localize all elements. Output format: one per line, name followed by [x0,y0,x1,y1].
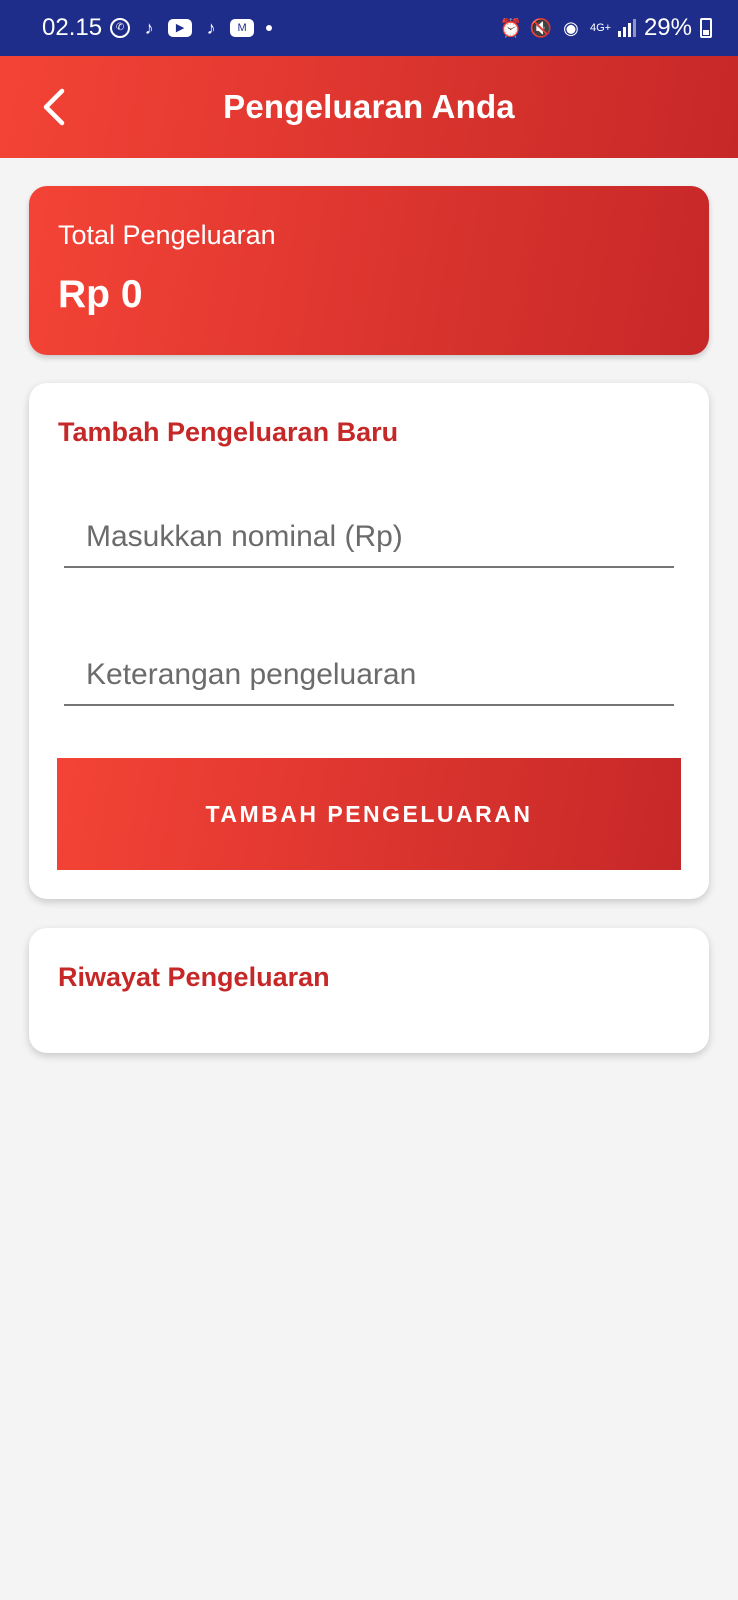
battery-percent: 29% [643,14,692,41]
chevron-left-icon [43,88,65,126]
whatsapp-icon: ✆ [110,18,131,38]
expense-history-card: Riwayat Pengeluaran [29,928,709,1053]
tiktok-icon: ♪ [206,18,216,38]
add-expense-button[interactable]: TAMBAH PENGELUARAN [57,758,681,870]
youtube-icon: ▶ [168,19,193,37]
signal-icon [617,19,636,37]
back-button[interactable] [28,82,78,132]
status-bar-left: 02.15 ✆ ♪ ▶ ♪ M [42,14,273,42]
app-bar: Pengeluaran Anda [0,56,738,158]
network-type: 4G+ [589,22,612,34]
total-expense-label: Total Pengeluaran [58,220,276,250]
add-expense-card: Tambah Pengeluaran Baru TAMBAH PENGELUAR… [29,383,709,899]
page-title: Pengeluaran Anda [223,88,515,125]
hotspot-icon: ◉ [563,18,579,38]
add-expense-heading: Tambah Pengeluaran Baru [58,417,399,447]
tiktok-icon: ♪ [144,18,154,38]
battery-icon [700,18,712,38]
total-expense-value: Rp 0 [58,273,143,316]
mute-icon: 🔇 [529,18,553,38]
alarm-icon: ⏰ [499,18,523,38]
more-notifications-dot-icon [266,25,273,31]
status-bar: 02.15 ✆ ♪ ▶ ♪ M ⏰ 🔇 ◉ 4G+ 29% [0,0,738,56]
expense-history-heading: Riwayat Pengeluaran [58,962,330,992]
description-input[interactable] [64,646,674,706]
status-time: 02.15 [42,14,103,41]
gmail-icon: M [230,19,255,37]
total-expense-card: Total Pengeluaran Rp 0 [29,186,709,355]
status-bar-right: ⏰ 🔇 ◉ 4G+ 29% [500,14,712,42]
amount-input[interactable] [64,508,674,568]
